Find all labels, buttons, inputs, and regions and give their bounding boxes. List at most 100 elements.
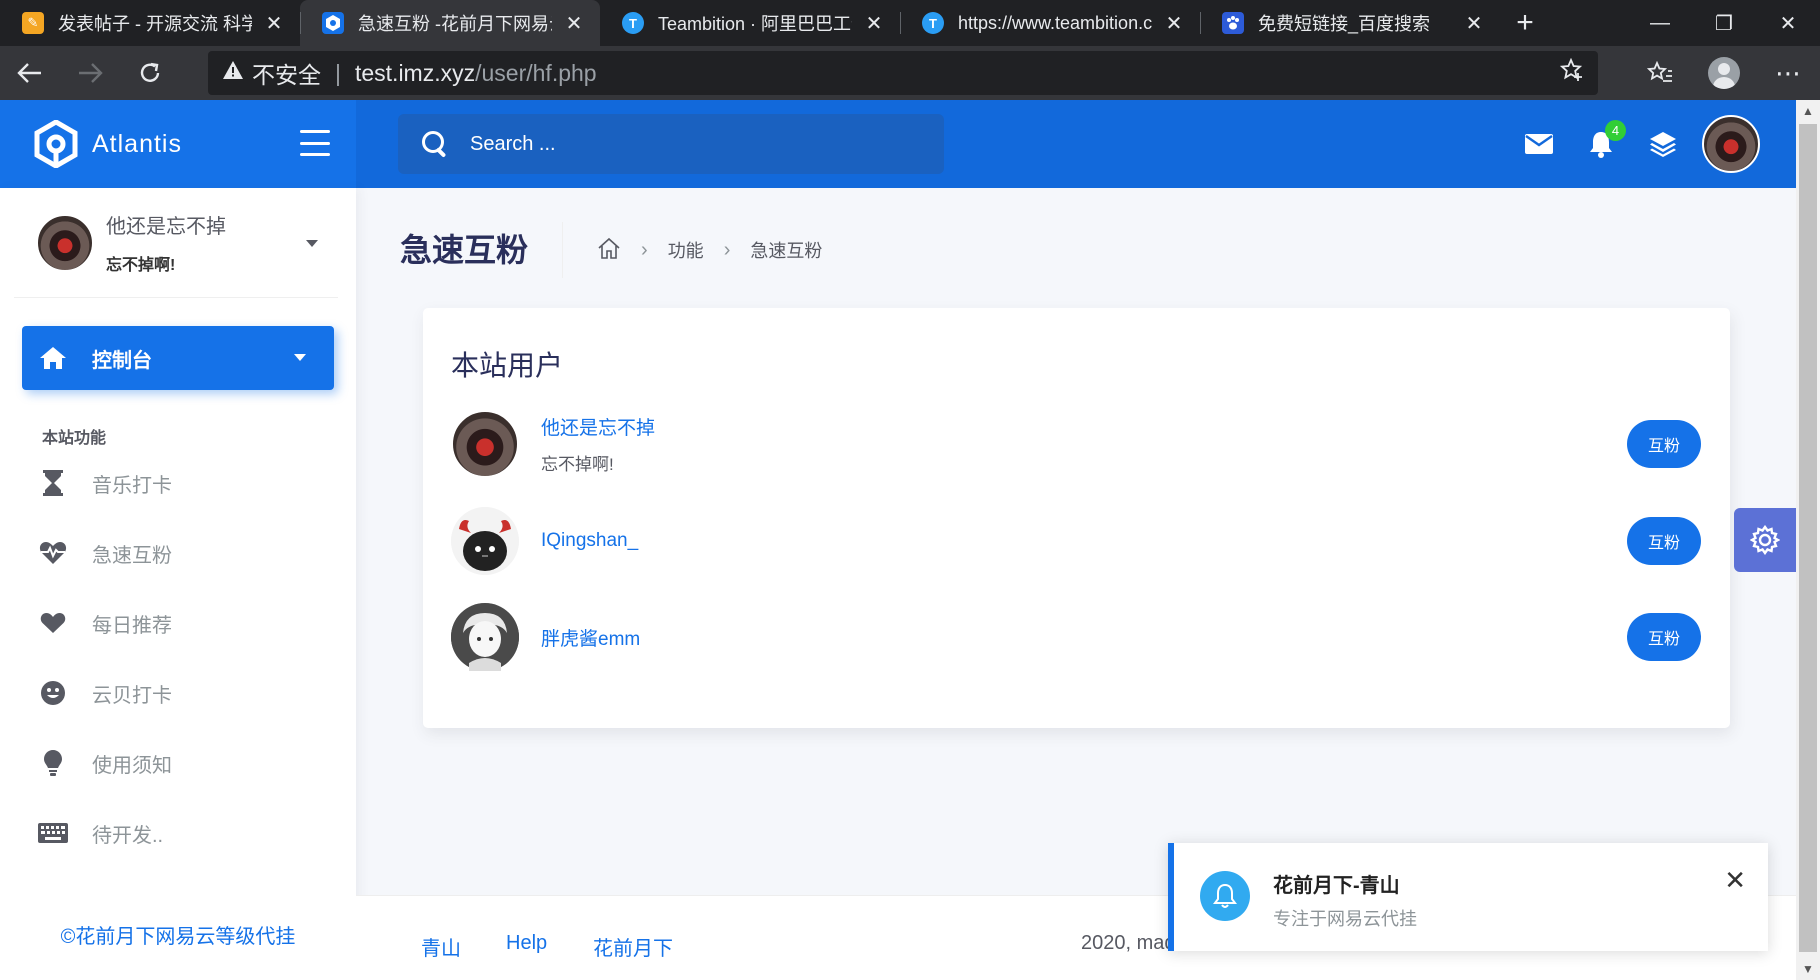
- follow-button[interactable]: 互粉: [1627, 517, 1701, 565]
- more-options-icon[interactable]: ⋯: [1756, 58, 1820, 89]
- chevron-right-icon: ›: [723, 238, 731, 261]
- back-button[interactable]: [0, 46, 60, 100]
- url-separator: |: [335, 59, 341, 86]
- tab-close-icon[interactable]: ✕: [562, 11, 586, 36]
- atlantis-logo-icon[interactable]: [34, 120, 78, 168]
- minimize-button[interactable]: —: [1628, 0, 1692, 46]
- users-card: 本站用户 他还是忘不掉 忘不掉啊! 互粉 IQingshan_ 互粉 胖虎酱em…: [423, 308, 1730, 728]
- browser-tab[interactable]: T Teambition · 阿里巴巴工作台 ✕: [600, 0, 900, 46]
- tab-favicon-icon: T: [622, 12, 644, 34]
- profile-icon[interactable]: [1692, 57, 1756, 89]
- hamburger-menu-icon[interactable]: [300, 130, 330, 156]
- reload-button[interactable]: [120, 46, 180, 100]
- smile-icon: [38, 678, 68, 708]
- tab-favicon-icon: T: [922, 12, 944, 34]
- sidebar-user-name: 他还是忘不掉: [106, 216, 226, 238]
- sidebar-item-label: 使用须知: [92, 754, 172, 777]
- layers-icon[interactable]: [1632, 100, 1694, 188]
- sidebar: 他还是忘不掉 忘不掉啊! 控制台 本站功能 音乐打卡 急速互粉 每日推荐 云贝打…: [0, 188, 356, 980]
- footer-link[interactable]: Help: [506, 932, 547, 955]
- tab-title: https://www.teambition.com: [958, 12, 1152, 33]
- sidebar-item-usage-notice[interactable]: 使用须知: [0, 728, 356, 798]
- user-name-link[interactable]: 他还是忘不掉: [541, 413, 655, 440]
- user-name-link[interactable]: IQingshan_: [541, 530, 638, 552]
- sidebar-item-label: 待开发..: [92, 824, 164, 847]
- follow-button[interactable]: 互粉: [1627, 613, 1701, 661]
- sidebar-item-in-development[interactable]: 待开发..: [0, 798, 356, 868]
- tab-close-icon[interactable]: ✕: [1462, 11, 1486, 36]
- page-scrollbar[interactable]: ▲ ▼: [1796, 100, 1820, 980]
- url-path: /user/hf.php: [475, 59, 597, 86]
- browser-tab[interactable]: 免费短链接_百度搜索 ✕: [1200, 0, 1500, 46]
- keyboard-icon: [38, 818, 68, 848]
- sidebar-item-daily-recommend[interactable]: 每日推荐: [0, 588, 356, 658]
- new-tab-button[interactable]: +: [1500, 0, 1550, 46]
- browser-actions: ⋯: [1628, 46, 1820, 100]
- caret-down-icon: [294, 354, 306, 361]
- scrollbar-thumb[interactable]: [1799, 124, 1817, 952]
- tab-title: 急速互粉 -花前月下网易云等: [358, 14, 552, 34]
- tab-title: Teambition · 阿里巴巴工作台: [658, 14, 852, 34]
- main-header: 4: [356, 100, 1796, 188]
- tab-favicon-icon: ✎: [22, 12, 44, 34]
- tab-close-icon[interactable]: ✕: [862, 11, 886, 36]
- page-header: 急速互粉 › 功能 › 急速互粉: [400, 222, 822, 278]
- avatar: [451, 603, 519, 671]
- footer-link[interactable]: 青山: [421, 932, 461, 961]
- user-name-link[interactable]: 胖虎酱emm: [541, 624, 640, 651]
- hourglass-icon: [38, 468, 68, 498]
- scroll-down-arrow-icon[interactable]: ▼: [1796, 958, 1820, 980]
- close-window-button[interactable]: ✕: [1756, 0, 1820, 46]
- search-input[interactable]: [470, 132, 910, 156]
- list-item: 他还是忘不掉 忘不掉啊! 互粉: [451, 408, 1701, 480]
- browser-tabbar: ✎ 发表帖子 - 开源交流 科学刀 ✕ 急速互粉 -花前月下网易云等 ✕ T T…: [0, 0, 1820, 46]
- bell-icon[interactable]: 4: [1570, 100, 1632, 188]
- breadcrumb-item[interactable]: 急速互粉: [750, 237, 822, 263]
- settings-gear-button[interactable]: [1734, 508, 1796, 572]
- sidebar-item-yunbei-checkin[interactable]: 云贝打卡: [0, 658, 356, 728]
- heart-icon: [38, 608, 68, 638]
- forward-button[interactable]: [60, 46, 120, 100]
- tab-favicon-icon: [322, 12, 344, 34]
- brand-name[interactable]: Atlantis: [92, 130, 182, 159]
- sidebar-item-label: 音乐打卡: [92, 474, 172, 497]
- address-bar[interactable]: 不安全 | test.imz.xyz/user/hf.php: [208, 51, 1598, 95]
- warning-icon: [222, 59, 244, 87]
- search-icon[interactable]: [420, 129, 450, 159]
- sidebar-item-quick-follow[interactable]: 急速互粉: [0, 518, 356, 588]
- avatar: [36, 213, 94, 272]
- tab-title: 免费短链接_百度搜索: [1258, 14, 1431, 34]
- sidebar-item-label: 云贝打卡: [92, 684, 172, 707]
- tab-title: 发表帖子 - 开源交流 科学刀: [58, 14, 252, 34]
- url-host: test.imz.xyz: [354, 59, 476, 86]
- footer-link[interactable]: 花前月下: [593, 932, 673, 961]
- tab-close-icon[interactable]: ✕: [262, 11, 286, 36]
- sidebar-item-label: 急速互粉: [92, 544, 172, 567]
- notification-badge: 4: [1605, 120, 1626, 141]
- sidebar-user[interactable]: 他还是忘不掉 忘不掉啊!: [14, 188, 338, 298]
- close-icon[interactable]: ✕: [1724, 865, 1746, 896]
- browser-tab[interactable]: ✎ 发表帖子 - 开源交流 科学刀 ✕: [0, 0, 300, 46]
- scroll-up-arrow-icon[interactable]: ▲: [1796, 100, 1820, 122]
- follow-button[interactable]: 互粉: [1627, 420, 1701, 468]
- tab-close-icon[interactable]: ✕: [1162, 11, 1186, 36]
- sidebar-footer-link[interactable]: ©花前月下网易云等级代挂: [0, 920, 356, 949]
- sidebar-item-music-checkin[interactable]: 音乐打卡: [0, 448, 356, 518]
- avatar: [451, 507, 519, 575]
- lightbulb-icon: [38, 748, 68, 778]
- card-title: 本站用户: [451, 350, 564, 381]
- envelope-icon[interactable]: [1508, 100, 1570, 188]
- browser-tab[interactable]: T https://www.teambition.com ✕: [900, 0, 1200, 46]
- sidebar-item-dashboard[interactable]: 控制台: [22, 326, 334, 390]
- browser-tab-active[interactable]: 急速互粉 -花前月下网易云等 ✕: [300, 0, 600, 46]
- restore-button[interactable]: ❐: [1692, 0, 1756, 46]
- home-icon: [38, 343, 68, 373]
- header-avatar[interactable]: [1702, 115, 1760, 173]
- add-favorite-icon[interactable]: [1559, 57, 1584, 89]
- list-item: 胖虎酱emm 互粉: [451, 601, 1701, 673]
- favorites-icon[interactable]: [1628, 61, 1692, 85]
- caret-down-icon[interactable]: [306, 240, 318, 247]
- home-icon[interactable]: [597, 237, 621, 264]
- logo-header: Atlantis: [0, 100, 356, 188]
- breadcrumb-item[interactable]: 功能: [668, 237, 704, 263]
